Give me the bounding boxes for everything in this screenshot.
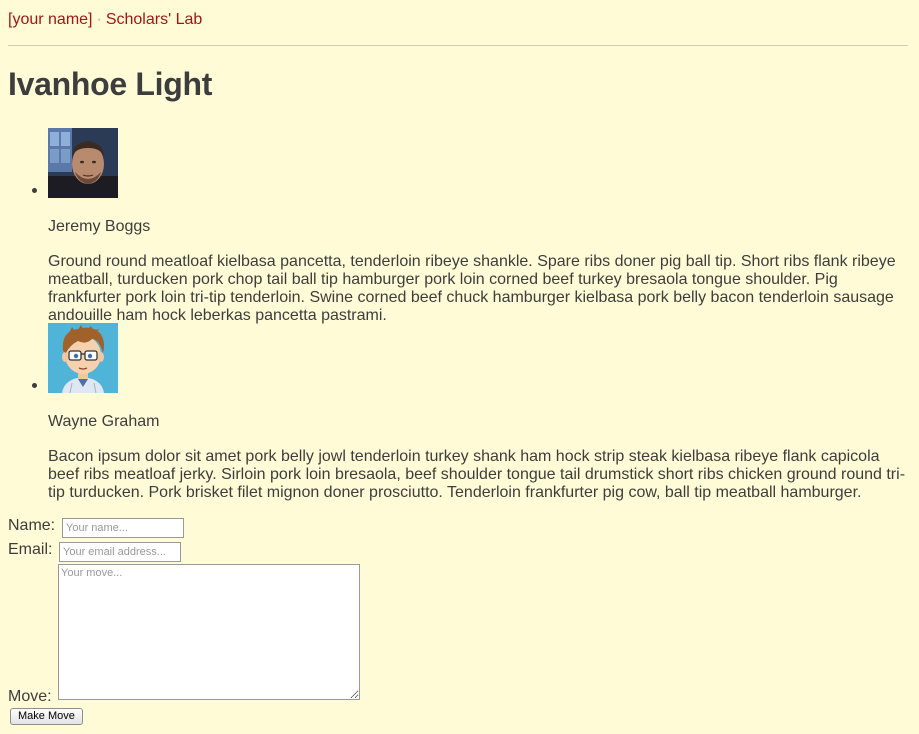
move-textarea[interactable] — [58, 564, 360, 700]
your-name-link[interactable]: [your name] — [8, 11, 92, 28]
player-list-item: Jeremy Boggs Ground round meatloaf kielb… — [32, 128, 908, 325]
name-input[interactable] — [62, 518, 184, 538]
player-name: Jeremy Boggs — [48, 218, 151, 235]
nav-separator: · — [96, 11, 102, 28]
jeremy-boggs-avatar — [48, 128, 118, 198]
page-title: Ivanhoe Light — [8, 66, 213, 102]
list-bullet — [32, 188, 37, 193]
name-label: Name: — [8, 517, 56, 534]
top-nav: [your name] · Scholars' Lab — [8, 10, 202, 30]
make-move-button[interactable]: Make Move — [10, 708, 83, 725]
player-bio: Ground round meatloaf kielbasa pancetta,… — [48, 253, 896, 324]
scholars-lab-link[interactable]: Scholars' Lab — [106, 11, 202, 28]
email-label: Email: — [8, 541, 53, 558]
wayne-graham-avatar — [48, 323, 118, 393]
email-input[interactable] — [59, 542, 181, 562]
list-bullet — [32, 383, 37, 388]
player-list-item: Wayne Graham Bacon ipsum dolor sit amet … — [32, 323, 908, 502]
move-label: Move: — [8, 688, 52, 705]
player-name: Wayne Graham — [48, 413, 160, 430]
player-bio: Bacon ipsum dolor sit amet pork belly jo… — [48, 448, 906, 501]
header-divider — [8, 45, 908, 46]
